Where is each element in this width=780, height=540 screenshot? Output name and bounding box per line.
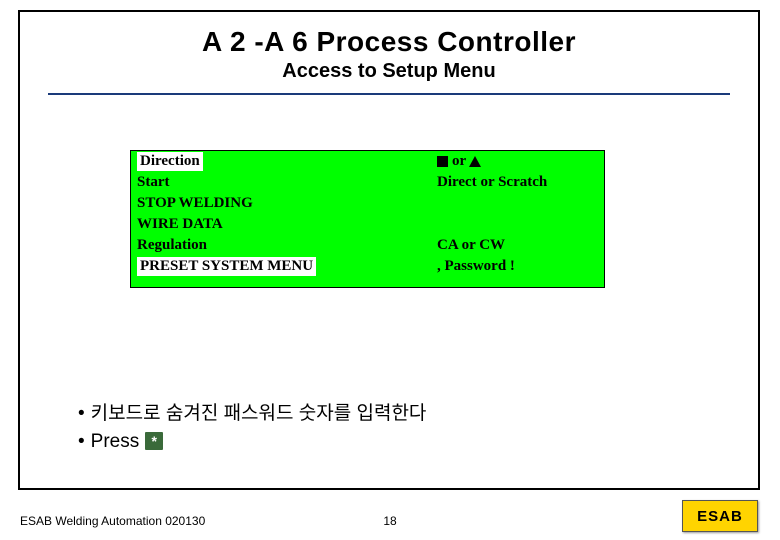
slide-subtitle: Access to Setup Menu bbox=[20, 60, 758, 83]
lcd-screen: Direction or Start Direct or Scratch STO… bbox=[130, 150, 605, 288]
bullet-dot-icon: • bbox=[78, 428, 85, 456]
slide-title: A 2 -A 6 Process Controller bbox=[20, 26, 758, 58]
row-label: PRESET SYSTEM MENU bbox=[137, 257, 316, 276]
triangle-up-icon bbox=[469, 156, 481, 167]
screen-cell-left: Regulation bbox=[131, 237, 431, 254]
square-icon bbox=[437, 156, 448, 167]
screen-cell-left: PRESET SYSTEM MENU bbox=[131, 257, 431, 276]
bullet-item: • Press * bbox=[78, 428, 426, 456]
bullet-text: 키보드로 숨겨진 패스워드 숫자를 입력한다 bbox=[91, 400, 427, 428]
screen-row: PRESET SYSTEM MENU , Password ! bbox=[131, 256, 604, 277]
screen-cell-right: or bbox=[431, 153, 604, 170]
screen-cell-left: WIRE DATA bbox=[131, 216, 431, 233]
screen-row: STOP WELDING bbox=[131, 193, 604, 214]
bullet-list: • 키보드로 숨겨진 패스워드 숫자를 입력한다 • Press * bbox=[78, 400, 426, 455]
screen-cell-right: , Password ! bbox=[431, 258, 604, 275]
row-label: Direction bbox=[137, 152, 203, 171]
bullet-text: Press bbox=[91, 428, 140, 456]
row-value-text: , Password ! bbox=[437, 258, 515, 275]
screen-row: Start Direct or Scratch bbox=[131, 172, 604, 193]
asterisk-key-icon: * bbox=[145, 432, 163, 450]
row-label: STOP WELDING bbox=[137, 195, 253, 211]
screen-cell-right: CA or CW bbox=[431, 237, 604, 254]
row-label: WIRE DATA bbox=[137, 216, 223, 232]
screen-row: Regulation CA or CW bbox=[131, 235, 604, 256]
screen-row: Direction or bbox=[131, 151, 604, 172]
row-value-text: or bbox=[452, 153, 466, 170]
row-label: Regulation bbox=[137, 237, 207, 253]
slide-frame: A 2 -A 6 Process Controller Access to Se… bbox=[18, 10, 760, 490]
screen-cell-left: Direction bbox=[131, 152, 431, 171]
row-label: Start bbox=[137, 174, 170, 190]
bullet-item: • 키보드로 숨겨진 패스워드 숫자를 입력한다 bbox=[78, 400, 426, 428]
screen-cell-left: STOP WELDING bbox=[131, 195, 431, 212]
bullet-dot-icon: • bbox=[78, 400, 85, 428]
row-value-text: CA or CW bbox=[437, 237, 505, 254]
screen-row: WIRE DATA bbox=[131, 214, 604, 235]
screen-cell-right: Direct or Scratch bbox=[431, 174, 604, 191]
divider bbox=[48, 93, 730, 95]
screen-cell-left: Start bbox=[131, 174, 431, 191]
esab-logo: ESAB bbox=[682, 500, 758, 532]
row-value-text: Direct or Scratch bbox=[437, 174, 547, 191]
page-number: 18 bbox=[0, 514, 780, 528]
